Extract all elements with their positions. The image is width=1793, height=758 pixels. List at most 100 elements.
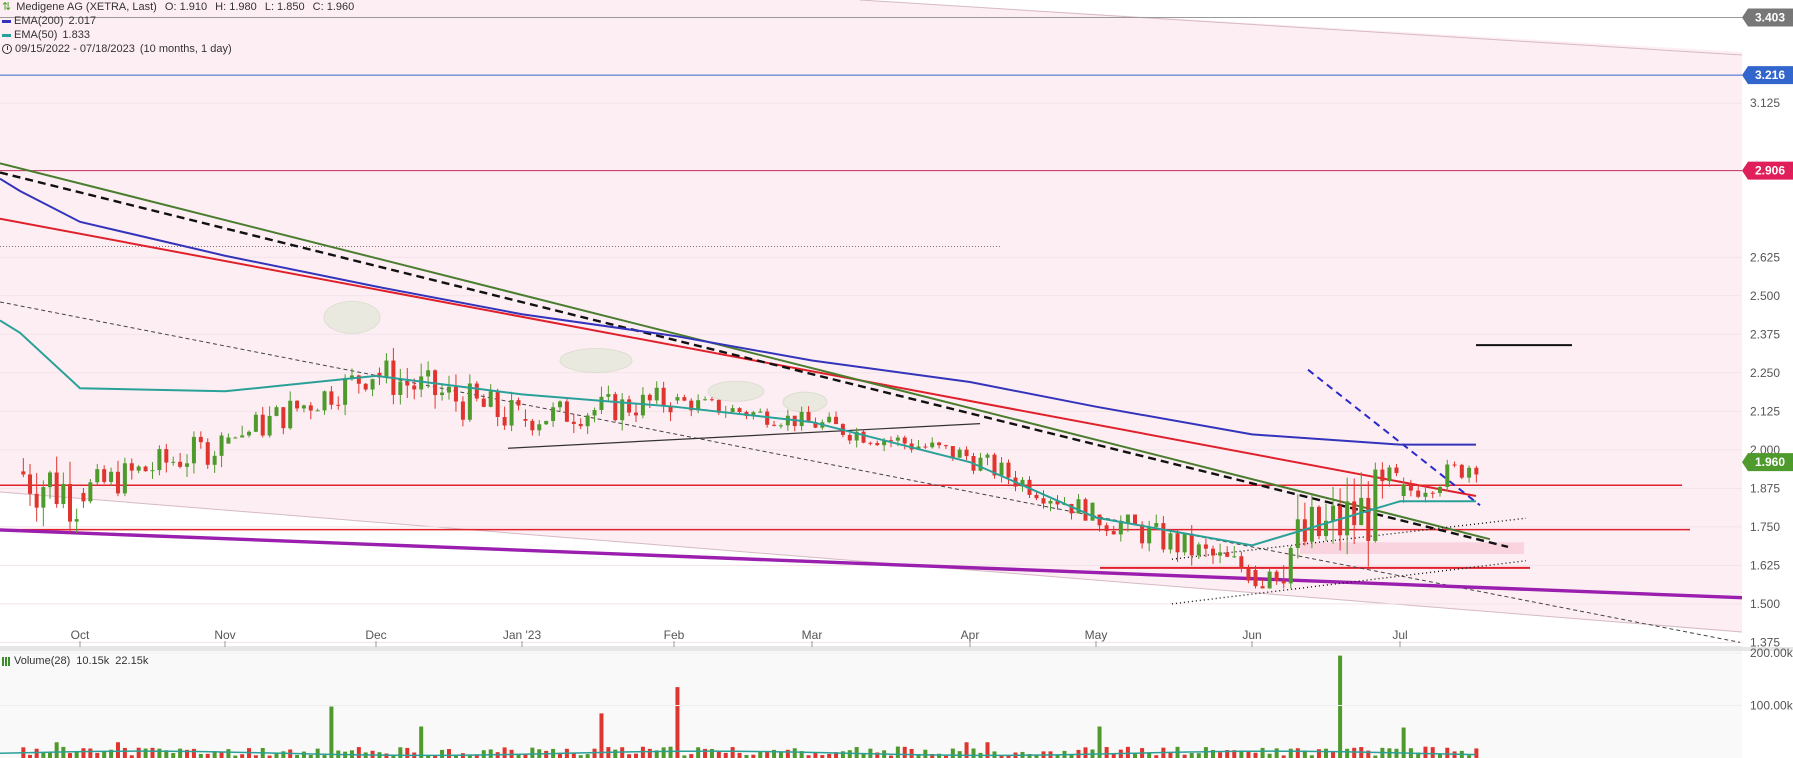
candle-body [1430,492,1435,494]
volume-bar [627,754,632,758]
candle-body [985,454,990,458]
candle-body [41,487,46,508]
candle-body [647,394,652,401]
candle-body [847,434,852,441]
candle-body [1189,533,1194,556]
volume-bar [1196,753,1201,758]
instrument-legend: ⇅ Medigene AG (XETRA, Last) O: 1.910 H: 1… [2,1,359,14]
volume-bar [723,752,728,758]
candle-body [419,376,424,390]
volume-bar [1423,746,1428,758]
candle-body [253,414,258,432]
volume-bar [488,749,493,758]
price-badge-label: 2.906 [1755,164,1785,178]
volume-bar [1083,747,1088,758]
candle-body [799,411,804,427]
volume-bar [613,749,618,758]
chart-style-icon[interactable]: ⇅ [2,1,11,13]
candle-body [1260,586,1265,589]
candle-body [1182,533,1187,553]
candle-body [1387,467,1392,482]
volume-bar [198,753,203,758]
candle-body [1445,464,1450,487]
volume-bar [281,751,286,758]
candle-body [1006,462,1011,478]
volume-bar [1104,747,1109,758]
candle-body [481,398,486,407]
candle-body [447,386,451,393]
candle-body [682,397,687,401]
candle-body [1452,464,1457,466]
candle-body [157,449,162,471]
volume-bar [398,747,403,758]
candle-body [502,416,507,426]
candle-body [730,408,735,412]
volume-bar [41,752,46,758]
time-tick-label: Jul [1392,628,1407,642]
candle-body [571,421,576,424]
candle-body [363,383,368,390]
time-tick-label: Feb [664,628,685,642]
volume-bar [703,748,708,758]
volume-bar [647,748,652,758]
candle-body [171,461,176,463]
candle-body [34,493,39,508]
candle-body [54,472,59,505]
volume-bar [1168,752,1173,758]
volume-bar [1324,748,1328,758]
highlight-ellipse [707,380,765,402]
volume-bar [1246,751,1251,758]
candle-body [247,431,252,436]
candle-body [267,415,272,436]
volume-bar [1125,746,1130,758]
candle-body [578,423,583,427]
volume-bar [301,751,306,758]
candle-body [322,391,327,411]
ema200-value: 2.017 [68,15,97,27]
candle-body [1295,519,1300,549]
volume-legend[interactable]: Volume(28) 10.15k 22.15k [2,655,154,667]
candle-body [398,381,403,395]
panel-separator[interactable] [0,647,1793,651]
volume-value-2: 22.15k [115,655,149,667]
candle-body [1048,500,1053,504]
volume-bar [1345,748,1350,758]
candle-body [1253,569,1258,587]
volume-bar [585,754,590,758]
candle-body [453,386,458,402]
candle-body [178,461,183,467]
candle-body [551,407,556,421]
candle-body [412,385,417,390]
candle-body [1352,501,1357,526]
volume-bar [1445,747,1450,758]
candle-body [1239,556,1244,569]
volume-bar [502,747,507,758]
candle-body [440,392,445,396]
volume-bar [115,742,120,758]
candle-body [28,474,32,494]
candle-body [1211,548,1215,556]
candle-body [1090,502,1095,521]
time-tick-label: Jun [1242,628,1261,642]
candle-body [336,404,341,406]
price-chart[interactable]: 3.1252.6252.5002.3752.2502.1252.0001.875… [0,0,1793,758]
volume-bar [765,751,770,758]
price-axis[interactable]: 3.1252.6252.5002.3752.2502.1252.0001.875… [1742,0,1793,649]
candle-body [1309,506,1314,542]
ema200-label: EMA(200) [14,15,64,27]
candle-body [834,416,839,425]
candle-body [185,463,190,467]
volume-bar [730,747,735,758]
volume-bar [1218,752,1223,758]
candle-body [599,396,604,411]
candle-body [205,442,210,465]
ema50-legend[interactable]: EMA(50) 1.833 [2,29,95,42]
volume-bar [923,749,928,758]
clock-icon [2,44,12,55]
volume-bar [447,749,451,758]
ema200-legend[interactable]: EMA(200) 2.017 [2,15,101,28]
candle-body [1474,467,1479,475]
candle-body [136,466,141,471]
highlight-ellipse [782,391,828,413]
date-range-detail: (10 months, 1 day) [139,43,232,55]
